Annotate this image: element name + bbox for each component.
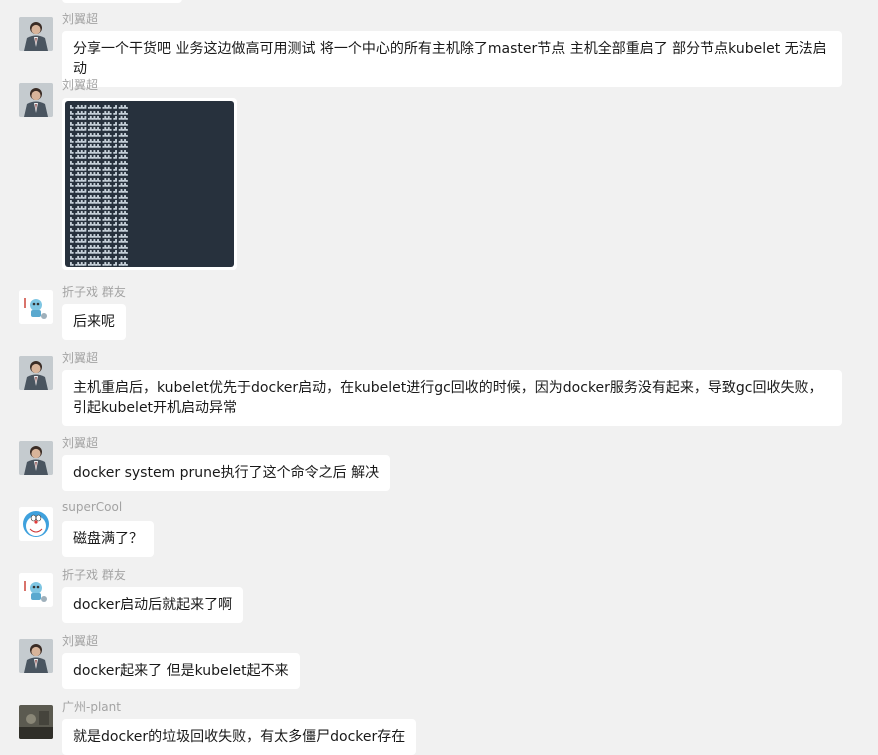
man-in-suit-avatar[interactable] — [19, 639, 53, 673]
sender-name[interactable]: 刘翼超 — [62, 434, 98, 451]
sender-name[interactable]: 刘翼超 — [62, 349, 98, 366]
sender-name[interactable]: 刘翼超 — [62, 10, 98, 27]
previous-message-bubble-edge — [62, 0, 182, 3]
man-in-suit-avatar[interactable] — [19, 441, 53, 475]
sender-name[interactable]: 刘翼超 — [62, 632, 98, 649]
cartoon-robot-avatar[interactable] — [19, 573, 53, 607]
man-in-suit-avatar[interactable] — [19, 356, 53, 390]
message-bubble[interactable]: 后来呢 — [62, 304, 126, 340]
message-bubble[interactable]: 磁盘满了？ — [62, 521, 154, 557]
terminal-screenshot-image: █▄ ▄█▄█▄█ ▄█▄█▄█▄ ▄█▄█▄ ▄█ ▄█▄█▄ █▄ ▄█▄█▄… — [65, 101, 234, 267]
sender-name[interactable]: superCool — [62, 500, 122, 514]
cartoon-robot-avatar[interactable] — [19, 290, 53, 324]
sender-name[interactable]: 折子戏 群友 — [62, 566, 126, 583]
sender-name[interactable]: 广州-plant — [62, 698, 121, 715]
image-message[interactable]: █▄ ▄█▄█▄█ ▄█▄█▄█▄ ▄█▄█▄ ▄█ ▄█▄█▄ █▄ ▄█▄█▄… — [62, 98, 237, 270]
sender-name[interactable]: 刘翼超 — [62, 76, 98, 93]
message-bubble[interactable]: 就是docker的垃圾回收失败，有太多僵尸docker存在 — [62, 719, 417, 755]
message-bubble[interactable]: docker起来了 但是kubelet起不来 — [62, 653, 300, 689]
sender-name[interactable]: 折子戏 群友 — [62, 283, 126, 300]
dark-photo-avatar[interactable] — [19, 705, 53, 739]
doraemon-avatar[interactable] — [19, 507, 53, 541]
message-bubble[interactable]: docker system prune执行了这个命令之后 解决 — [62, 455, 391, 491]
terminal-row: █▄ ▄█▄█▄█ ▄█▄█▄█▄ ▄█▄█▄ ▄█ ▄█▄█▄ — [70, 261, 128, 266]
message-bubble[interactable]: 主机重启后，kubelet优先于docker启动，在kubelet进行gc回收的… — [62, 370, 842, 426]
man-in-suit-avatar[interactable] — [19, 17, 53, 51]
message-bubble[interactable]: 分享一个干货吧 业务这边做高可用测试 将一个中心的所有主机除了master节点 … — [62, 31, 842, 87]
man-in-suit-avatar[interactable] — [19, 83, 53, 117]
message-bubble[interactable]: docker启动后就起来了啊 — [62, 587, 244, 623]
